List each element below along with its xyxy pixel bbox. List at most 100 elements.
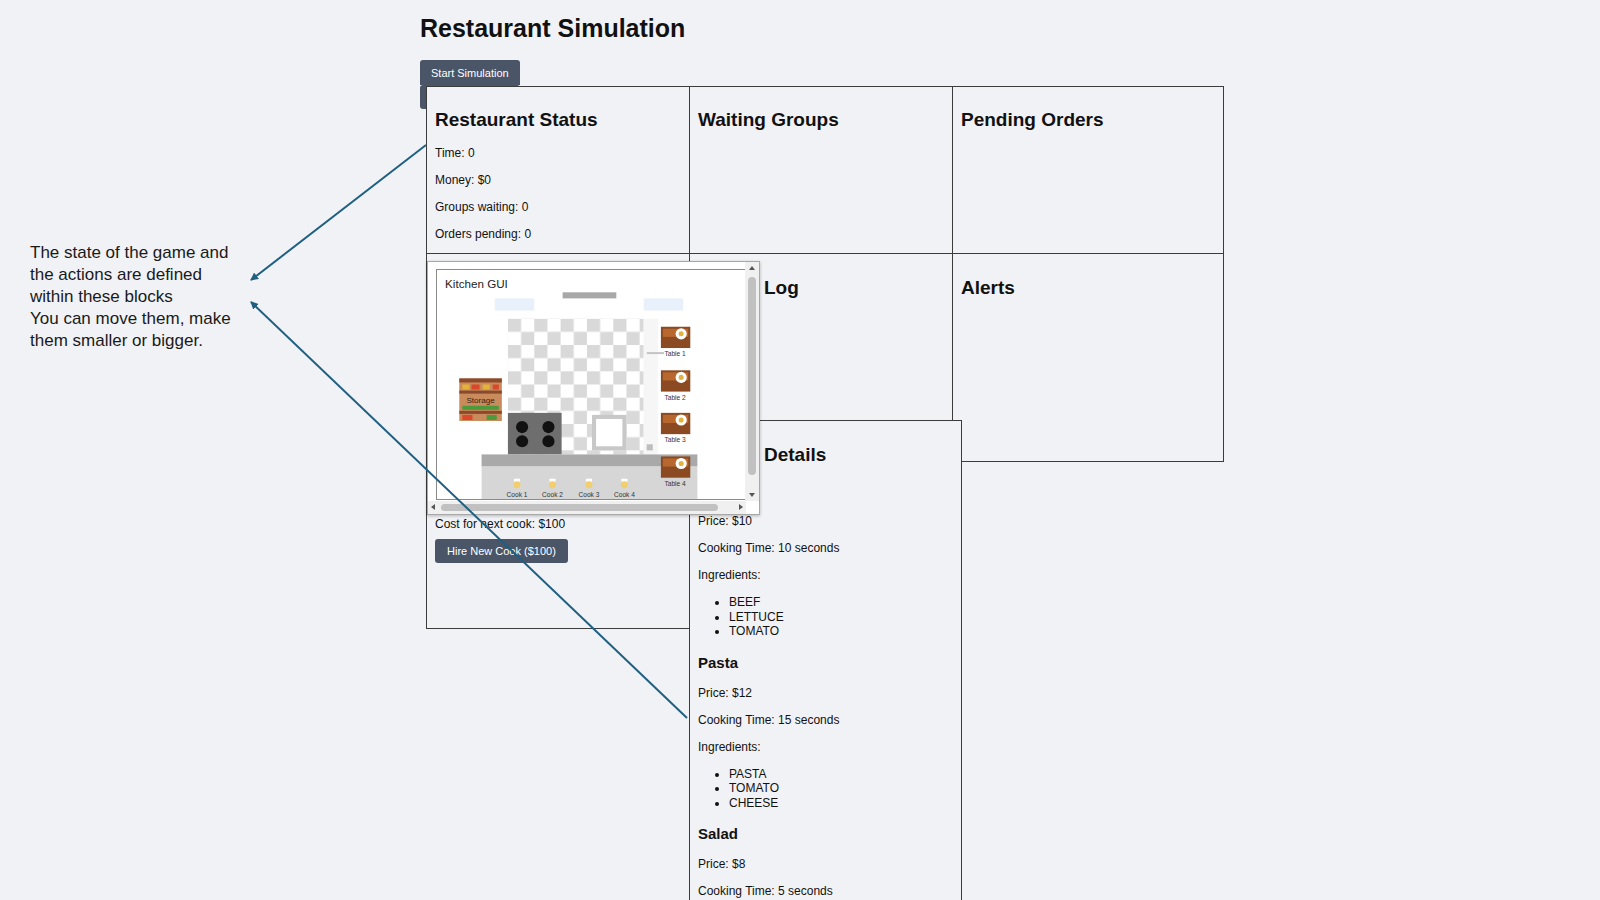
arrow-icon: [251, 302, 687, 718]
ingredient: TOMATO: [729, 624, 953, 639]
status-line: Money: $0: [435, 173, 681, 188]
cook[interactable]: Cook 2: [542, 479, 563, 498]
annotation-text: The state of the game andthe actions are…: [30, 242, 231, 352]
scroll-thumb[interactable]: [441, 504, 718, 511]
start-simulation-button[interactable]: Start Simulation: [420, 60, 520, 85]
sink-icon[interactable]: [592, 415, 626, 450]
menu-item-price: Price: $12: [698, 686, 953, 701]
window-icon: [644, 298, 684, 310]
scroll-up-icon[interactable]: [749, 266, 755, 270]
menu-item-name: Pasta: [698, 654, 953, 671]
table-label: Table 2: [664, 394, 686, 401]
table-label: Table 3: [664, 436, 686, 443]
ingredient: TOMATO: [729, 781, 953, 796]
counter: [482, 454, 698, 466]
panel-title: Pending Orders: [961, 109, 1215, 131]
scroll-down-icon[interactable]: [749, 493, 755, 497]
arrow-icon: [251, 145, 426, 280]
storage-label: Storage: [466, 396, 495, 405]
page: Restaurant Simulation Start Simulation R…: [0, 0, 1600, 900]
waiting-groups-panel[interactable]: Waiting Groups: [689, 86, 953, 254]
next-cook-cost: Cost for next cook: $100: [435, 517, 681, 532]
toolbar: Start Simulation: [420, 60, 1600, 85]
menu-item: Salad Price: $8 Cooking Time: 5 seconds: [698, 825, 953, 899]
ingredient: BEEF: [729, 595, 953, 610]
cook[interactable]: Cook 3: [579, 479, 600, 498]
plate-icon: [676, 372, 687, 383]
panel-title: Waiting Groups: [698, 109, 944, 131]
plate-icon: [676, 328, 687, 339]
cook-label: Cook 4: [614, 491, 635, 498]
page-title: Restaurant Simulation: [420, 14, 1600, 42]
menu-item-time: Cooking Time: 5 seconds: [698, 884, 953, 899]
cook-label: Cook 3: [579, 491, 600, 498]
menu-item: Pasta Price: $12 Cooking Time: 15 second…: [698, 654, 953, 811]
menu-item-time: Cooking Time: 10 seconds: [698, 541, 953, 556]
status-line: Groups waiting: 0: [435, 200, 681, 215]
status-panel[interactable]: Restaurant Status Time: 0 Money: $0 Groups…: [426, 86, 690, 254]
ingredient-list: PASTATOMATOCHEESE: [698, 767, 953, 811]
annotation-line: them smaller or bigger.: [30, 330, 231, 352]
table[interactable]: Table 2: [661, 370, 690, 400]
serving-strip: [644, 319, 658, 455]
table[interactable]: Table 1: [661, 327, 690, 357]
panel-title: Alerts: [961, 277, 1215, 299]
menu-item-price: Price: $10: [698, 514, 953, 529]
table[interactable]: Table 3: [661, 413, 690, 443]
cook-label: Cook 2: [542, 491, 563, 498]
annotation-line: within these blocks: [30, 286, 231, 308]
door-icon: [563, 292, 617, 298]
menu-item: Price: $10 Cooking Time: 10 seconds Ingr…: [698, 514, 953, 639]
status-line: Orders pending: 0: [435, 227, 681, 242]
vertical-scrollbar[interactable]: [745, 262, 759, 501]
plate-icon: [676, 414, 687, 425]
scroll-right-icon[interactable]: [739, 504, 743, 510]
table[interactable]: Table 4: [661, 456, 690, 486]
annotation-line: the actions are defined: [30, 264, 231, 286]
ingredients-label: Ingredients:: [698, 740, 953, 755]
main-column: Restaurant Simulation Start Simulation: [0, 0, 1600, 85]
bin-icon: [647, 444, 653, 450]
cook-icon: [513, 481, 520, 488]
table-icon: [661, 413, 690, 434]
table-label: Table 1: [664, 350, 686, 357]
scroll-thumb[interactable]: [748, 277, 756, 475]
horizontal-scrollbar[interactable]: [428, 501, 746, 514]
annotation-arrows: [0, 0, 1600, 900]
plate-icon: [676, 458, 687, 469]
kitchen-view: Kitchen GUI Storage Cook 1 Cook 2 Cook 3 Cook…: [436, 269, 746, 500]
ingredient: LETTUCE: [729, 610, 953, 625]
menu-item-price: Price: $8: [698, 857, 953, 872]
panel-title: Restaurant Status: [435, 109, 681, 131]
ingredient: CHEESE: [729, 796, 953, 811]
kitchen-title: Kitchen GUI: [445, 277, 508, 290]
cook[interactable]: Cook 4: [614, 479, 635, 498]
kitchen-floor: [508, 319, 644, 455]
ingredients-label: Ingredients:: [698, 568, 953, 583]
menu-item-time: Cooking Time: 15 seconds: [698, 713, 953, 728]
annotation-line: You can move them, make: [30, 308, 231, 330]
pending-orders-panel[interactable]: Pending Orders: [952, 86, 1224, 254]
cook-label: Cook 1: [507, 491, 528, 498]
window-icon: [495, 298, 535, 310]
storage-icon[interactable]: [459, 378, 502, 421]
cook-icon: [621, 481, 628, 488]
cook[interactable]: Cook 1: [507, 479, 528, 498]
stove-icon[interactable]: [508, 413, 562, 455]
kitchen-window[interactable]: Kitchen GUI Storage Cook 1 Cook 2 Cook 3 Cook…: [427, 261, 760, 515]
ingredient-list: BEEFLETTUCETOMATO: [698, 595, 953, 639]
table-icon: [661, 327, 690, 348]
hire-cook-button[interactable]: Hire New Cook ($100): [435, 539, 568, 563]
table-icon: [661, 370, 690, 391]
table-icon: [661, 456, 690, 477]
status-line: Time: 0: [435, 146, 681, 161]
kitchen-map: Kitchen GUI Storage Cook 1 Cook 2 Cook 3 Cook…: [437, 270, 745, 499]
cook-icon: [585, 481, 592, 488]
ingredient: PASTA: [729, 767, 953, 782]
table-label: Table 4: [664, 480, 686, 487]
pass-line: [647, 352, 664, 354]
scroll-left-icon[interactable]: [431, 504, 435, 510]
annotation-line: The state of the game and: [30, 242, 231, 264]
alerts-panel[interactable]: Alerts: [952, 253, 1224, 462]
menu-item-name: Salad: [698, 825, 953, 842]
